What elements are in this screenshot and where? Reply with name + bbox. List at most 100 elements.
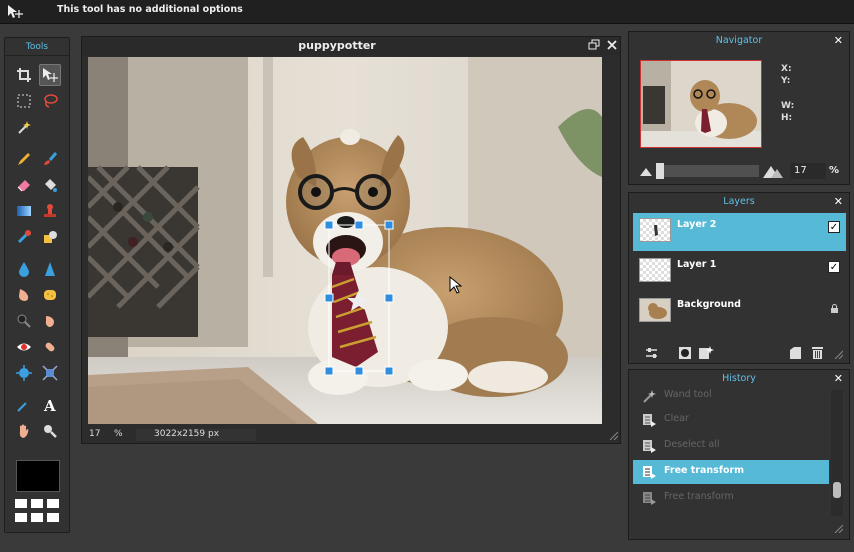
nav-w-label: W:: [781, 101, 795, 111]
layer-row[interactable]: Layer 1 ✓: [633, 253, 846, 291]
layer-name: Layer 1: [677, 259, 717, 270]
new-layer-icon[interactable]: [789, 346, 802, 360]
eraser-icon[interactable]: [13, 174, 35, 196]
close-history-icon[interactable]: ✕: [834, 370, 843, 388]
layers-panel: Layers ✕ Layer 2 ✓ Layer 1 ✓ Background: [628, 192, 850, 364]
zoom-out-mountain-icon[interactable]: [640, 165, 652, 177]
layers-resize-icon[interactable]: [833, 349, 843, 359]
grid-view-icon[interactable]: [15, 499, 61, 523]
history-item[interactable]: Free transform: [633, 486, 829, 510]
layer-row[interactable]: Background: [633, 293, 846, 331]
layer-visibility-checkbox[interactable]: ✓: [828, 221, 840, 233]
pinch-icon[interactable]: [39, 362, 61, 384]
history-step-icon: [643, 466, 656, 479]
wine-rack: [88, 165, 200, 337]
history-step-icon: [643, 414, 656, 427]
history-item-label: Wand tool: [664, 389, 712, 400]
options-bar: This tool has no additional options: [0, 0, 854, 24]
clone-stamp-icon[interactable]: [39, 200, 61, 222]
marquee-select-icon[interactable]: [13, 90, 35, 112]
layers-toolbar: [629, 343, 849, 363]
history-item-label: Clear: [664, 413, 689, 424]
smudge-icon[interactable]: [13, 284, 35, 306]
dodge-icon[interactable]: [13, 310, 35, 332]
layer-mask-icon[interactable]: [678, 346, 692, 360]
history-item-label: Free transform: [664, 465, 745, 476]
nav-h-label: H:: [781, 113, 793, 123]
layer-name: Layer 2: [677, 219, 717, 230]
foreground-color-swatch[interactable]: [16, 460, 60, 492]
layer-name: Background: [677, 299, 741, 310]
close-layers-icon[interactable]: ✕: [834, 193, 843, 211]
lock-icon: [831, 304, 838, 313]
drawing-icon[interactable]: [39, 226, 61, 248]
layer-styles-icon[interactable]: [698, 345, 714, 360]
zoom-unit: %: [114, 429, 123, 439]
layers-header: Layers ✕: [629, 193, 849, 211]
move-icon[interactable]: [39, 64, 61, 86]
layer-thumbnail: [639, 218, 671, 242]
bloat-icon[interactable]: [13, 362, 35, 384]
brush-icon[interactable]: [39, 148, 61, 170]
puppy-photo: [88, 57, 602, 424]
layer-visibility-checkbox[interactable]: ✓: [828, 261, 840, 273]
delete-layer-icon[interactable]: [811, 345, 824, 360]
image-dimensions: 3022x2159 px: [154, 429, 220, 439]
zoom-value[interactable]: 17: [89, 429, 100, 439]
document-window: puppypotter 17 % 3022x2159 px: [81, 36, 621, 444]
navigator-panel: Navigator ✕ X: Y: W: H: 17 %: [628, 31, 850, 185]
history-item[interactable]: Deselect all: [633, 434, 829, 458]
history-item[interactable]: Wand tool: [633, 384, 829, 408]
layer-thumbnail: [639, 298, 671, 322]
document-status-bar: 17 % 3022x2159 px: [82, 427, 620, 443]
navigator-title: Navigator: [715, 35, 763, 46]
navigator-thumbnail[interactable]: [640, 60, 762, 148]
history-item[interactable]: Clear: [633, 408, 829, 432]
sponge-icon[interactable]: [39, 284, 61, 306]
layer-thumbnail: [639, 258, 671, 282]
crop-icon[interactable]: [13, 64, 35, 86]
red-eye-icon[interactable]: [13, 336, 35, 358]
zoom-slider-track[interactable]: [656, 165, 759, 177]
sharpen-icon[interactable]: [39, 258, 61, 280]
spot-heal-icon[interactable]: [39, 336, 61, 358]
navigator-zoom-input[interactable]: 17: [790, 163, 826, 179]
history-title: History: [722, 373, 756, 384]
history-item-selected[interactable]: Free transform: [633, 460, 829, 484]
gradient-icon[interactable]: [13, 200, 35, 222]
history-step-icon: [643, 492, 656, 505]
history-scrollbar[interactable]: [831, 390, 843, 516]
nav-y-label: Y:: [781, 76, 791, 86]
close-navigator-icon[interactable]: ✕: [834, 32, 843, 50]
history-resize-icon[interactable]: [833, 523, 843, 533]
layer-row[interactable]: Layer 2 ✓: [633, 213, 846, 251]
history-panel: History ✕ Wand tool Clear Deselect all F…: [628, 369, 850, 540]
tools-panel: Tools A: [4, 37, 70, 533]
color-replace-icon[interactable]: [13, 226, 35, 248]
layer-settings-icon[interactable]: [645, 347, 658, 359]
zoom-icon[interactable]: [39, 420, 61, 442]
maximize-icon[interactable]: [588, 39, 600, 51]
zoom-in-mountain-icon[interactable]: [763, 163, 783, 179]
burn-icon[interactable]: [39, 310, 61, 332]
tools-header: Tools: [5, 38, 69, 56]
history-item-label: Free transform: [664, 491, 734, 502]
pencil-icon[interactable]: [13, 148, 35, 170]
hand-icon[interactable]: [13, 420, 35, 442]
lasso-icon[interactable]: [39, 90, 61, 112]
resize-handle-icon[interactable]: [608, 430, 618, 440]
paint-bucket-icon[interactable]: [39, 174, 61, 196]
magic-wand-icon[interactable]: [13, 116, 35, 138]
layers-title: Layers: [723, 196, 755, 207]
type-icon[interactable]: A: [39, 394, 61, 416]
color-picker-icon[interactable]: [13, 394, 35, 416]
zoom-slider-knob[interactable]: [656, 163, 664, 179]
history-scroll-thumb[interactable]: [833, 482, 841, 498]
document-title: puppypotter: [298, 39, 376, 52]
move-tool-icon: [8, 5, 23, 18]
close-icon[interactable]: [606, 39, 618, 51]
blur-icon[interactable]: [13, 258, 35, 280]
navigator-zoom-unit: %: [829, 165, 840, 176]
image-canvas[interactable]: [88, 57, 602, 424]
history-item-label: Deselect all: [664, 439, 720, 450]
